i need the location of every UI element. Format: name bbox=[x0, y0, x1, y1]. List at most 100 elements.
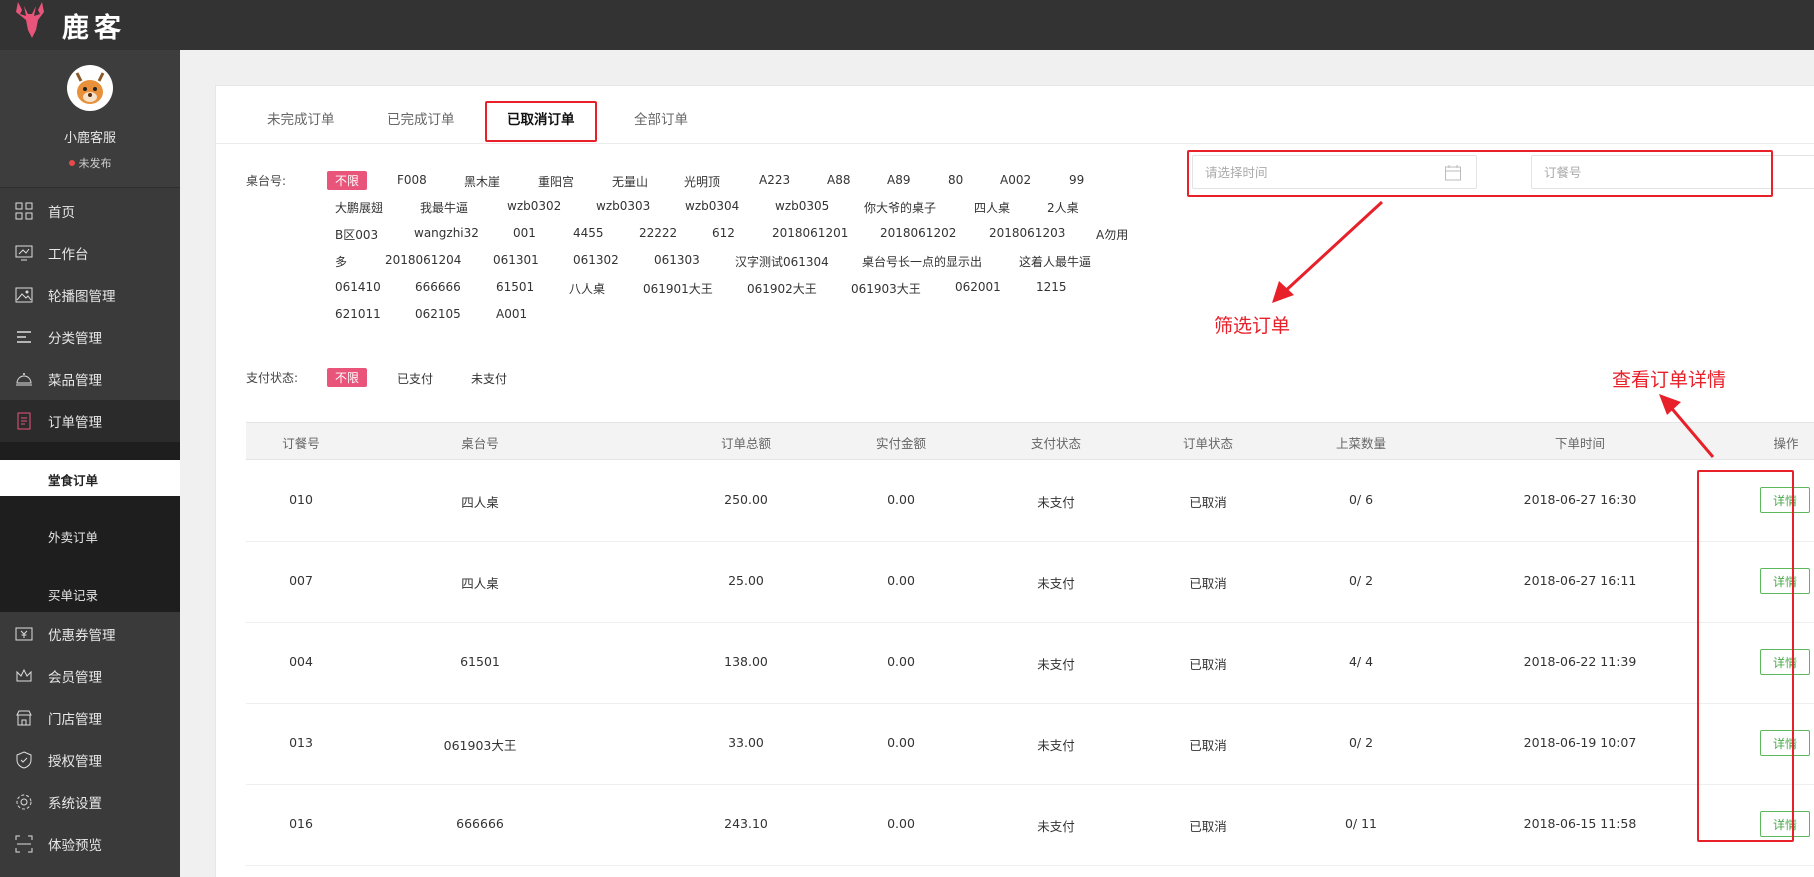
table-chip[interactable]: 重阳宫 bbox=[538, 173, 574, 190]
cloche-icon bbox=[16, 373, 32, 386]
sidebar-item-label: 门店管理 bbox=[48, 712, 102, 728]
table-chip[interactable]: 061902大王 bbox=[747, 280, 817, 297]
table-chip[interactable]: 061302 bbox=[573, 253, 619, 267]
table-chip[interactable]: 我最牛逼 bbox=[420, 199, 468, 216]
sidebar-item-settings[interactable]: 系统设置 bbox=[0, 781, 180, 823]
avatar[interactable] bbox=[67, 65, 113, 111]
status-dot-icon bbox=[68, 160, 75, 166]
table-chip[interactable]: 22222 bbox=[639, 226, 677, 240]
table-chip[interactable]: 61501 bbox=[496, 280, 534, 294]
sidebar-item-members[interactable]: 会员管理 bbox=[0, 655, 180, 697]
sidebar-item-category[interactable]: 分类管理 bbox=[0, 316, 180, 358]
table-chip[interactable]: wzb0304 bbox=[685, 199, 739, 213]
cell-order-status: 已取消 bbox=[1189, 657, 1227, 672]
table-chip[interactable]: 2018061202 bbox=[880, 226, 956, 240]
table-chip[interactable]: 001 bbox=[513, 226, 536, 240]
table-chip[interactable]: A002 bbox=[1000, 173, 1031, 187]
orders-submenu: 堂食订单 外卖订单 买单记录 bbox=[0, 442, 180, 612]
table-chip[interactable]: 黑木崖 bbox=[464, 173, 500, 190]
cell-paid-amount: 0.00 bbox=[887, 492, 915, 507]
cell-order-time: 2018-06-27 16:11 bbox=[1523, 573, 1637, 588]
column-header-action: 操作 bbox=[1773, 436, 1799, 451]
submenu-item-bill[interactable]: 买单记录 bbox=[0, 575, 180, 611]
table-chip[interactable]: 062001 bbox=[955, 280, 1001, 294]
column-header-total: 订单总额 bbox=[720, 436, 771, 451]
sidebar-item-orders[interactable]: 订单管理 bbox=[0, 400, 180, 442]
table-chip[interactable]: 2人桌 bbox=[1047, 199, 1079, 216]
publish-status-text: 未发布 bbox=[78, 157, 112, 170]
table-chip[interactable]: 062105 bbox=[415, 307, 461, 321]
table-row: 007 四人桌 25.00 0.00 未支付 已取消 0/ 2 2018-06-… bbox=[246, 542, 1814, 623]
table-chip[interactable]: 汉字测试061304 bbox=[735, 253, 829, 270]
table-chip[interactable]: 061410 bbox=[335, 280, 381, 294]
cell-table-no: 666666 bbox=[456, 816, 504, 831]
tab-all[interactable]: 全部订单 bbox=[634, 108, 688, 128]
table-chip[interactable]: wangzhi32 bbox=[414, 226, 479, 240]
table-chip[interactable]: wzb0303 bbox=[596, 199, 650, 213]
table-chip[interactable]: 你大爷的桌子 bbox=[864, 199, 936, 216]
table-chip[interactable]: 多 bbox=[335, 253, 347, 270]
table-chip[interactable]: 这着人最牛逼 bbox=[1019, 253, 1091, 270]
table-chip[interactable]: 桌台号长一点的显示出 bbox=[862, 253, 982, 270]
table-chip[interactable]: 八人桌 bbox=[569, 280, 605, 297]
table-chip[interactable]: 1215 bbox=[1036, 280, 1067, 294]
table-chip[interactable]: 4455 bbox=[573, 226, 604, 240]
table-chip[interactable]: 无量山 bbox=[612, 173, 648, 190]
table-chip[interactable]: 80 bbox=[948, 173, 963, 187]
table-chip[interactable]: 光明顶 bbox=[684, 173, 720, 190]
tab-completed[interactable]: 已完成订单 bbox=[387, 108, 455, 128]
cell-total: 250.00 bbox=[724, 492, 768, 507]
table-chip[interactable]: 99 bbox=[1069, 173, 1084, 187]
cell-served: 0/ 2 bbox=[1348, 573, 1374, 588]
table-chip[interactable]: B区003 bbox=[335, 226, 378, 243]
cell-paid-amount: 0.00 bbox=[887, 735, 915, 750]
annotation-highlight-cancelled-tab bbox=[485, 101, 597, 142]
table-chip[interactable]: 061903大王 bbox=[851, 280, 921, 297]
table-chip[interactable]: 大鹏展翅 bbox=[335, 199, 383, 216]
sidebar-item-coupons[interactable]: 优惠券管理 bbox=[0, 613, 180, 655]
table-chip[interactable]: F008 bbox=[397, 173, 427, 187]
sidebar-item-stores[interactable]: 门店管理 bbox=[0, 697, 180, 739]
cell-pay-status: 未支付 bbox=[1037, 819, 1075, 834]
table-chip[interactable]: A88 bbox=[827, 173, 850, 187]
sidebar-item-home[interactable]: 首页 bbox=[0, 190, 180, 232]
cell-paid-amount: 0.00 bbox=[887, 654, 915, 669]
cell-order-status: 已取消 bbox=[1189, 738, 1227, 753]
table-chip[interactable]: 612 bbox=[712, 226, 735, 240]
table-chip[interactable]: 666666 bbox=[415, 280, 461, 294]
table-chip[interactable]: 2018061203 bbox=[989, 226, 1065, 240]
table-chip[interactable]: 061301 bbox=[493, 253, 539, 267]
sidebar-item-preview[interactable]: 体验预览 bbox=[0, 823, 180, 865]
sidebar-item-dishes[interactable]: 菜品管理 bbox=[0, 358, 180, 400]
cell-served: 4/ 4 bbox=[1348, 654, 1374, 669]
pay-filter-unpaid[interactable]: 未支付 bbox=[471, 370, 507, 387]
sidebar-item-carousel[interactable]: 轮播图管理 bbox=[0, 274, 180, 316]
table-chip[interactable]: A勿用 bbox=[1096, 226, 1128, 243]
monitor-chart-icon bbox=[15, 245, 33, 261]
table-chip[interactable]: A001 bbox=[496, 307, 527, 321]
tab-incomplete[interactable]: 未完成订单 bbox=[267, 108, 335, 128]
sidebar-item-label: 首页 bbox=[48, 205, 75, 221]
table-chip[interactable]: wzb0302 bbox=[507, 199, 561, 213]
sidebar-item-workbench[interactable]: 工作台 bbox=[0, 232, 180, 274]
table-chip[interactable]: A89 bbox=[887, 173, 910, 187]
annotation-filter-orders: 筛选订单 bbox=[1214, 315, 1291, 337]
table-chip[interactable]: 061303 bbox=[654, 253, 700, 267]
table-chip[interactable]: A223 bbox=[759, 173, 790, 187]
pay-filter-all[interactable]: 不限 bbox=[327, 368, 368, 387]
table-chip[interactable]: 061901大王 bbox=[643, 280, 713, 297]
orders-table-header: 订餐号 桌台号 订单总额 实付金额 支付状态 订单状态 上菜数量 下单时间 操作 bbox=[246, 422, 1814, 460]
table-chip[interactable]: wzb0305 bbox=[775, 199, 829, 213]
table-chip[interactable]: 四人桌 bbox=[974, 199, 1010, 216]
submenu-item-dinein[interactable]: 堂食订单 bbox=[0, 460, 180, 496]
cell-served: 0/ 2 bbox=[1348, 735, 1374, 750]
table-chip[interactable]: 2018061201 bbox=[772, 226, 848, 240]
pay-filter-paid[interactable]: 已支付 bbox=[397, 370, 433, 387]
submenu-item-takeout[interactable]: 外卖订单 bbox=[0, 517, 180, 553]
table-chip[interactable]: 2018061204 bbox=[385, 253, 461, 267]
table-chip[interactable]: 621011 bbox=[335, 307, 381, 321]
sidebar-item-auth[interactable]: 授权管理 bbox=[0, 739, 180, 781]
column-header-paid-amount: 实付金额 bbox=[875, 436, 926, 451]
submenu-item-label: 买单记录 bbox=[48, 588, 99, 603]
table-filter-all[interactable]: 不限 bbox=[327, 171, 368, 190]
